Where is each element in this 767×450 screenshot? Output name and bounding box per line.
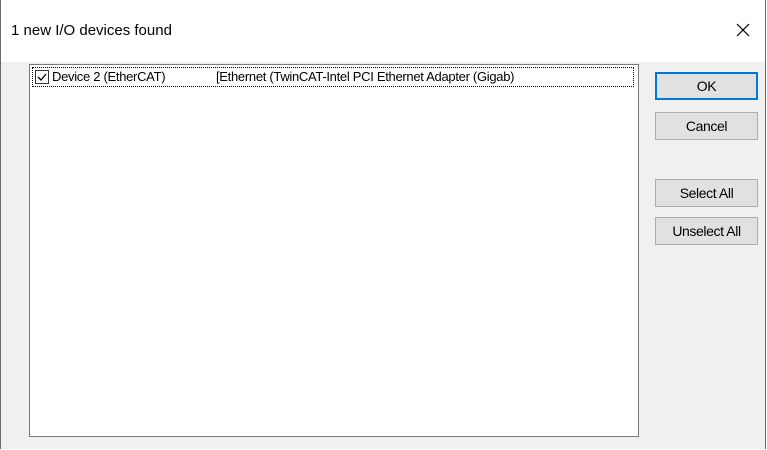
close-button[interactable] <box>727 14 759 46</box>
checkmark-icon <box>37 73 47 81</box>
dialog-window: 1 new I/O devices found Device 2 (EtherC… <box>0 0 766 449</box>
unselect-all-button[interactable]: Unselect All <box>655 217 758 245</box>
ok-button[interactable]: OK <box>655 72 758 100</box>
cancel-button[interactable]: Cancel <box>655 112 758 140</box>
title-bar: 1 new I/O devices found <box>1 0 765 62</box>
dialog-title: 1 new I/O devices found <box>11 22 172 39</box>
device-adapter: [Ethernet (TwinCAT-Intel PCI Ethernet Ad… <box>216 69 515 84</box>
list-item-device-2[interactable]: Device 2 (EtherCAT) [Ethernet (TwinCAT-I… <box>32 67 634 87</box>
device-name: Device 2 (EtherCAT) <box>52 69 166 84</box>
device-checkbox[interactable] <box>35 70 49 84</box>
select-all-button[interactable]: Select All <box>655 179 758 207</box>
device-list[interactable]: Device 2 (EtherCAT) [Ethernet (TwinCAT-I… <box>29 64 639 437</box>
close-icon <box>736 23 750 37</box>
